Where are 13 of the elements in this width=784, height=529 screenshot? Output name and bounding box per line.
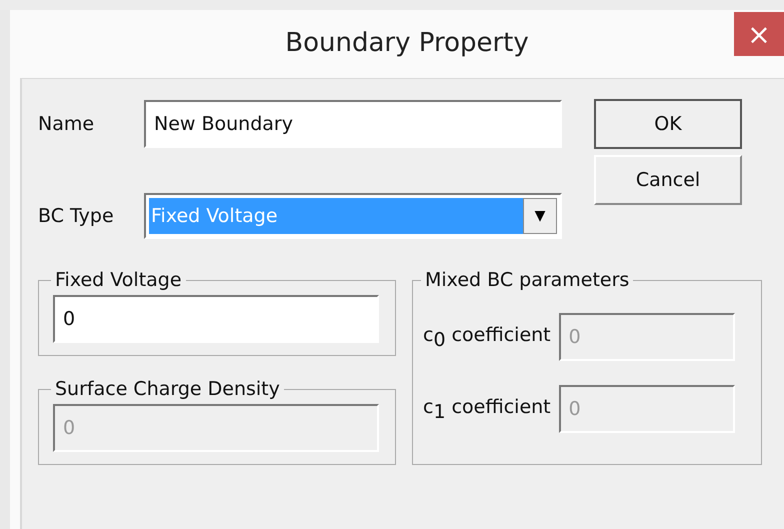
name-field[interactable]: New Boundary	[144, 100, 562, 148]
dialog-button[interactable]: Cancel	[594, 155, 742, 205]
dropdown-arrow-button[interactable]: ▼	[523, 198, 557, 234]
group-title: Mixed BC parameters	[424, 269, 630, 291]
dialog-button[interactable]: OK	[594, 99, 742, 149]
field-label: BC Type	[38, 205, 115, 227]
group-title: Surface Charge Density	[54, 378, 281, 400]
field-label: Name	[38, 113, 96, 135]
close-button[interactable]: ×	[734, 12, 784, 56]
bc-type-dropdown[interactable]: Fixed Voltage ▼	[144, 193, 562, 239]
group-title: Fixed Voltage	[54, 269, 183, 291]
window-title: Boundary Property	[285, 28, 529, 58]
fixed-voltage-field[interactable]: 0	[53, 295, 379, 343]
